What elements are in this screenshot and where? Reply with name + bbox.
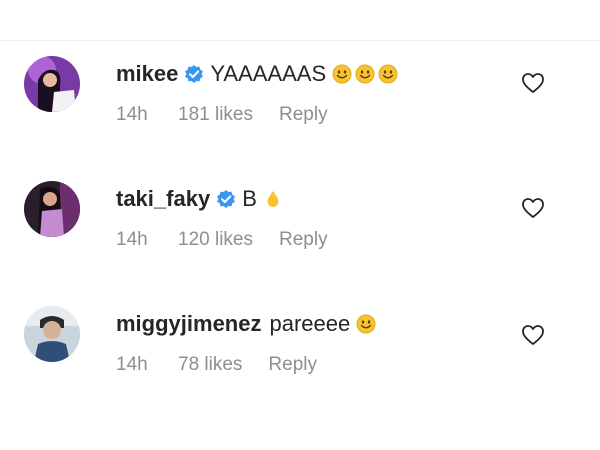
comment-username[interactable]: taki_faky xyxy=(116,186,210,212)
comment-username[interactable]: miggyjimenez xyxy=(116,311,261,337)
top-divider xyxy=(0,40,600,41)
droplet-icon xyxy=(267,191,279,207)
smiling-face-icon xyxy=(356,314,376,334)
verified-badge-icon xyxy=(185,65,204,83)
like-heart-icon[interactable] xyxy=(521,324,545,346)
comment-item: taki_faky B 14h 120 likes Reply xyxy=(0,181,600,301)
comment-timestamp[interactable]: 14h xyxy=(116,229,178,251)
comment-likes[interactable]: 78 likes xyxy=(178,354,242,376)
comment-text: pareeee xyxy=(269,311,351,336)
smiling-face-icon xyxy=(332,64,352,84)
like-heart-icon[interactable] xyxy=(521,72,545,94)
comment-likes[interactable]: 181 likes xyxy=(178,104,253,126)
reply-button[interactable]: Reply xyxy=(279,104,328,126)
comment-item: miggyjimenez pareeee 14h 78 likes Reply xyxy=(0,306,600,426)
comment-text: B xyxy=(242,186,257,211)
smiling-face-icon xyxy=(378,64,398,84)
verified-badge-icon xyxy=(217,190,236,208)
comment-text: YAAAAAAS xyxy=(210,61,327,86)
avatar[interactable] xyxy=(24,306,80,362)
comment-likes[interactable]: 120 likes xyxy=(178,229,253,251)
avatar[interactable] xyxy=(24,181,80,237)
comment-item: mikee YAAAAAAS 14h 181 likes Reply xyxy=(0,56,600,176)
smiling-face-icon xyxy=(355,64,375,84)
reply-button[interactable]: Reply xyxy=(279,229,328,251)
comment-timestamp[interactable]: 14h xyxy=(116,354,178,376)
avatar[interactable] xyxy=(24,56,80,112)
like-heart-icon[interactable] xyxy=(521,197,545,219)
comment-username[interactable]: mikee xyxy=(116,61,178,87)
comment-timestamp[interactable]: 14h xyxy=(116,104,178,126)
reply-button[interactable]: Reply xyxy=(268,354,317,376)
